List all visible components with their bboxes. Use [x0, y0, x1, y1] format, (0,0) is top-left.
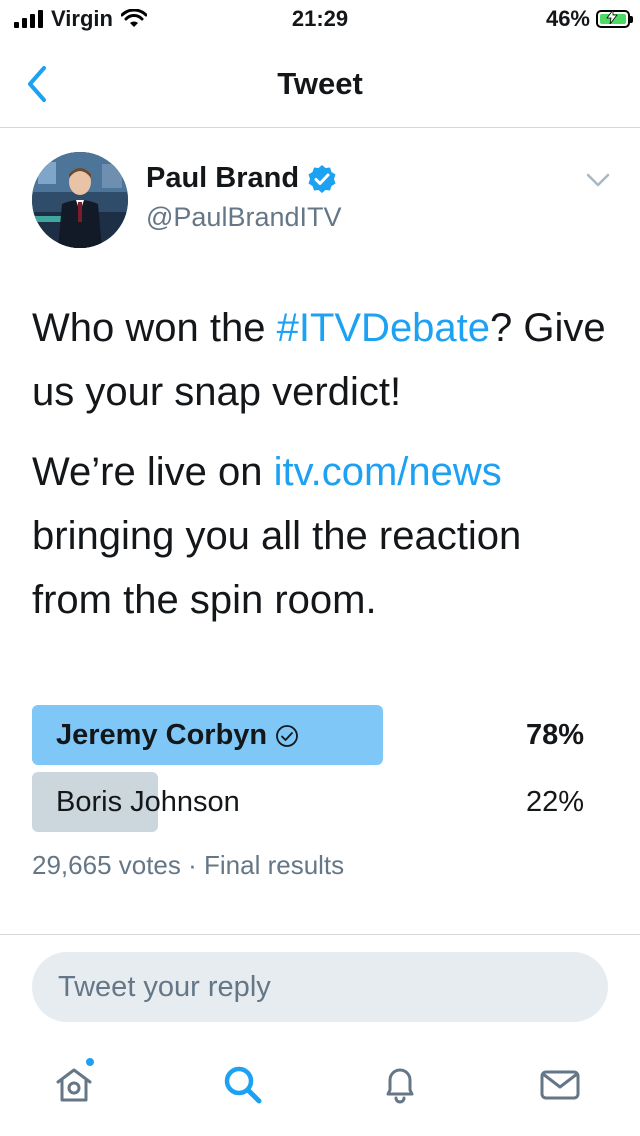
- url-link[interactable]: itv.com/news: [274, 450, 502, 494]
- poll-option-label: Boris Johnson: [56, 786, 240, 819]
- tweet-text-segment: Who won the: [32, 306, 277, 350]
- poll-option-percent: 22%: [525, 786, 584, 818]
- tab-search[interactable]: [218, 1060, 266, 1108]
- status-time: 21:29: [291, 6, 349, 31]
- poll-option-percent: 78%: [525, 719, 584, 751]
- page-title: Tweet: [277, 66, 363, 101]
- nav-header: Tweet: [0, 42, 640, 128]
- divider: [0, 934, 640, 935]
- verified-badge-icon: [308, 164, 336, 193]
- tab-messages[interactable]: [536, 1060, 584, 1108]
- tweet-options-button[interactable]: [586, 172, 610, 188]
- check-circle-icon: [276, 724, 299, 747]
- reply-placeholder: Tweet your reply: [58, 971, 271, 1003]
- author-name[interactable]: Paul Brand: [146, 162, 337, 195]
- status-right: 46%: [545, 6, 633, 32]
- tweet-paragraph-1: Who won the #ITVDebate? Give us your sna…: [32, 296, 612, 424]
- notification-dot: [84, 1056, 96, 1068]
- search-icon: [224, 1066, 262, 1104]
- tweet-text: Who won the #ITVDebate? Give us your sna…: [32, 296, 612, 648]
- tweet-text-segment: We’re live on: [32, 450, 274, 494]
- poll-meta: 29,665 votes · Final results: [32, 850, 345, 880]
- mail-icon: [540, 1070, 580, 1100]
- battery-icon: [596, 10, 633, 28]
- poll-option-label: Jeremy Corbyn: [56, 719, 299, 752]
- poll-option-text: Boris Johnson: [56, 786, 240, 818]
- tab-home[interactable]: [50, 1056, 98, 1108]
- battery-percent: 46%: [545, 6, 590, 31]
- bell-icon: [386, 1068, 414, 1104]
- tweet-paragraph-2: We’re live on itv.com/news bringing you …: [32, 440, 612, 632]
- reply-input[interactable]: Tweet your reply: [32, 952, 608, 1022]
- chevron-down-icon: [586, 173, 610, 187]
- poll-option-text: Jeremy Corbyn: [56, 719, 268, 751]
- author-name-text: Paul Brand: [146, 162, 300, 194]
- avatar[interactable]: [32, 152, 128, 248]
- status-bar: Virgin 21:29 46%: [0, 0, 640, 40]
- avatar-image: [32, 152, 128, 248]
- poll-option-corbyn: Jeremy Corbyn 78%: [32, 705, 592, 765]
- hashtag-link[interactable]: #ITVDebate: [277, 306, 490, 350]
- poll-option-johnson: Boris Johnson 22%: [32, 772, 592, 832]
- tab-notifications[interactable]: [376, 1060, 424, 1108]
- author-handle[interactable]: @PaulBrandITV: [146, 202, 342, 233]
- tweet-text-segment: bringing you all the reaction from the s…: [32, 514, 522, 622]
- tab-bar: [0, 1040, 640, 1136]
